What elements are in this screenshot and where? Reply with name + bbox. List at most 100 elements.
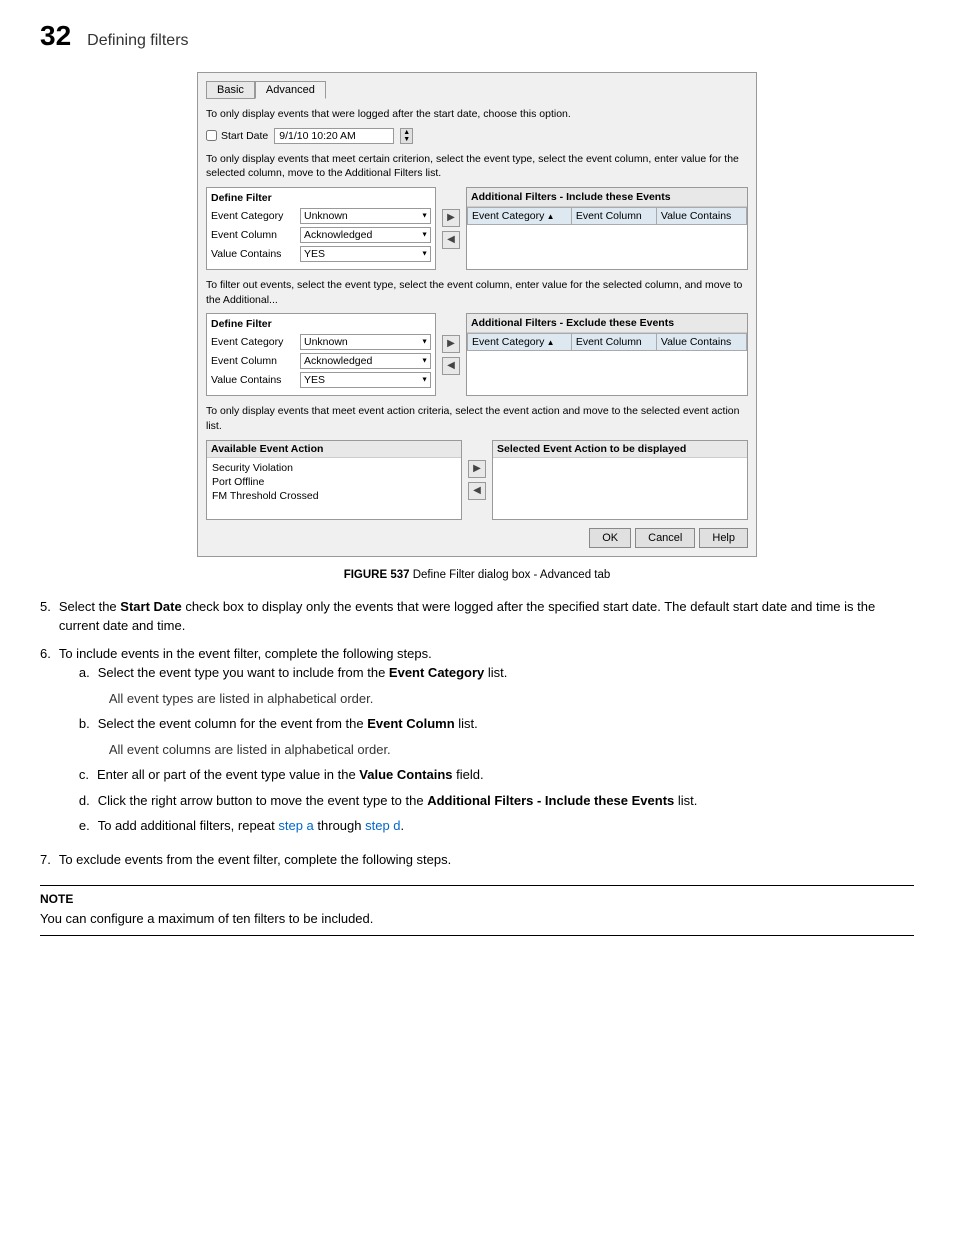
selected-event-action-box: Selected Event Action to be displayed bbox=[492, 440, 748, 520]
exclude-af-title: Additional Filters - Exclude these Event… bbox=[467, 314, 747, 333]
exclude-col-event-category[interactable]: Event Category bbox=[468, 334, 572, 351]
step-6b-letter: b. bbox=[79, 714, 90, 734]
step-7-number: 7. bbox=[40, 850, 51, 870]
help-button[interactable]: Help bbox=[699, 528, 748, 548]
include-col-value-contains[interactable]: Value Contains bbox=[656, 208, 746, 225]
ok-button[interactable]: OK bbox=[589, 528, 631, 548]
include-value-contains-select-wrapper: YES bbox=[300, 246, 431, 262]
include-col-event-category[interactable]: Event Category bbox=[468, 208, 572, 225]
start-date-bold: Start Date bbox=[120, 599, 181, 614]
include-filter-section: Define Filter Event Category Unknown Eve… bbox=[206, 187, 748, 270]
exclude-left-arrow-btn[interactable]: ◀ bbox=[442, 357, 460, 375]
exclude-event-category-row: Event Category Unknown bbox=[211, 334, 431, 350]
list-item[interactable]: Security Violation bbox=[210, 461, 458, 475]
spin-down-icon[interactable]: ▼ bbox=[401, 136, 412, 143]
available-actions-list: Security Violation Port Offline FM Thres… bbox=[207, 458, 461, 506]
spin-up-icon[interactable]: ▲ bbox=[401, 129, 412, 136]
start-date-row: Start Date ▲ ▼ bbox=[206, 128, 748, 144]
exclude-value-contains-label: Value Contains bbox=[211, 374, 296, 386]
include-af-title: Additional Filters - Include these Event… bbox=[467, 188, 747, 207]
list-item[interactable]: Port Offline bbox=[210, 475, 458, 489]
include-right-arrow-btn[interactable]: ▶ bbox=[442, 209, 460, 227]
cancel-button[interactable]: Cancel bbox=[635, 528, 695, 548]
include-define-filter-box: Define Filter Event Category Unknown Eve… bbox=[206, 187, 436, 270]
step-7: 7. To exclude events from the event filt… bbox=[40, 850, 914, 870]
figure-caption: FIGURE 537 Define Filter dialog box - Ad… bbox=[40, 569, 914, 581]
exclude-filter-section: Define Filter Event Category Unknown Eve… bbox=[206, 313, 748, 396]
include-col-event-column[interactable]: Event Column bbox=[571, 208, 656, 225]
step-6d: d. Click the right arrow button to move … bbox=[79, 791, 698, 811]
step-6-sub-steps: a. Select the event type you want to inc… bbox=[79, 663, 698, 836]
step-6d-content: Click the right arrow button to move the… bbox=[98, 791, 698, 811]
additional-filters-include-bold: Additional Filters - Include these Event… bbox=[427, 793, 674, 808]
step-7-text: To exclude events from the event filter,… bbox=[59, 850, 451, 870]
include-arrow-col: ▶ ◀ bbox=[440, 187, 462, 270]
step-a-link[interactable]: step a bbox=[278, 818, 313, 833]
include-event-category-row: Event Category Unknown bbox=[211, 208, 431, 224]
event-action-layout: Available Event Action Security Violatio… bbox=[206, 440, 748, 520]
step-5: 5. Select the Start Date check box to di… bbox=[40, 597, 914, 636]
step-6-number: 6. bbox=[40, 644, 51, 842]
exclude-event-category-select[interactable]: Unknown bbox=[300, 334, 431, 350]
tab-advanced[interactable]: Advanced bbox=[255, 81, 326, 99]
step-6-content: To include events in the event filter, c… bbox=[59, 644, 698, 842]
figure-number: FIGURE 537 bbox=[344, 569, 410, 581]
dialog-desc1: To only display events that were logged … bbox=[206, 107, 748, 122]
exclude-value-contains-select[interactable]: YES bbox=[300, 372, 431, 388]
dialog-desc4: To only display events that meet event a… bbox=[206, 404, 748, 433]
include-value-contains-label: Value Contains bbox=[211, 248, 296, 260]
include-additional-filters-box: Additional Filters - Include these Event… bbox=[466, 187, 748, 270]
dialog-desc2: To only display events that meet certain… bbox=[206, 152, 748, 181]
include-left-arrow-btn[interactable]: ◀ bbox=[442, 231, 460, 249]
step-6b: b. Select the event column for the event… bbox=[79, 714, 698, 734]
list-item[interactable]: FM Threshold Crossed bbox=[210, 489, 458, 503]
tab-basic[interactable]: Basic bbox=[206, 81, 255, 99]
figure-title: Define Filter dialog box - Advanced tab bbox=[413, 569, 611, 581]
step-6-text: To include events in the event filter, c… bbox=[59, 644, 698, 664]
step-6: 6. To include events in the event filter… bbox=[40, 644, 914, 842]
exclude-af-table: Event Category Event Column Value Contai… bbox=[467, 333, 747, 367]
include-event-column-select[interactable]: Acknowledged bbox=[300, 227, 431, 243]
start-date-label[interactable]: Start Date bbox=[206, 130, 268, 142]
available-event-action-title: Available Event Action bbox=[207, 441, 461, 458]
include-event-column-label: Event Column bbox=[211, 229, 296, 241]
event-action-left-arrow-btn[interactable]: ◀ bbox=[468, 482, 486, 500]
start-date-checkbox[interactable] bbox=[206, 130, 217, 141]
spin-button[interactable]: ▲ ▼ bbox=[400, 128, 413, 144]
include-event-column-row: Event Column Acknowledged bbox=[211, 227, 431, 243]
exclude-event-column-select[interactable]: Acknowledged bbox=[300, 353, 431, 369]
step-6e: e. To add additional filters, repeat ste… bbox=[79, 816, 698, 836]
exclude-define-filter-title: Define Filter bbox=[211, 318, 431, 330]
exclude-right-arrow-btn[interactable]: ▶ bbox=[442, 335, 460, 353]
exclude-af-body bbox=[468, 351, 747, 368]
include-af-body bbox=[468, 225, 747, 242]
step-6e-content: To add additional filters, repeat step a… bbox=[98, 816, 404, 836]
exclude-col-value-contains[interactable]: Value Contains bbox=[656, 334, 746, 351]
step-6d-letter: d. bbox=[79, 791, 90, 811]
event-action-arrow-col: ▶ ◀ bbox=[466, 440, 488, 520]
exclude-event-category-label: Event Category bbox=[211, 336, 296, 348]
note-box: NOTE You can configure a maximum of ten … bbox=[40, 885, 914, 936]
selected-actions-list bbox=[493, 458, 747, 518]
step-6a-letter: a. bbox=[79, 663, 90, 683]
include-af-table: Event Category Event Column Value Contai… bbox=[467, 207, 747, 241]
include-layout: Define Filter Event Category Unknown Eve… bbox=[206, 187, 748, 270]
note-content: You can configure a maximum of ten filte… bbox=[40, 909, 914, 929]
selected-event-action-title: Selected Event Action to be displayed bbox=[493, 441, 747, 458]
event-action-right-arrow-btn[interactable]: ▶ bbox=[468, 460, 486, 478]
step-d-link[interactable]: step d bbox=[365, 818, 400, 833]
include-event-category-select-wrapper: Unknown bbox=[300, 208, 431, 224]
include-define-filter-title: Define Filter bbox=[211, 192, 431, 204]
note-title: NOTE bbox=[40, 892, 914, 906]
include-value-contains-select[interactable]: YES bbox=[300, 246, 431, 262]
exclude-event-category-select-wrapper: Unknown bbox=[300, 334, 431, 350]
include-value-contains-row: Value Contains YES bbox=[211, 246, 431, 262]
event-category-bold: Event Category bbox=[389, 665, 484, 680]
event-column-bold: Event Column bbox=[367, 716, 454, 731]
page-header: 32 Defining filters bbox=[40, 20, 914, 52]
exclude-value-contains-select-wrapper: YES bbox=[300, 372, 431, 388]
exclude-event-column-row: Event Column Acknowledged bbox=[211, 353, 431, 369]
start-date-input[interactable] bbox=[274, 128, 394, 144]
include-event-category-select[interactable]: Unknown bbox=[300, 208, 431, 224]
exclude-col-event-column[interactable]: Event Column bbox=[571, 334, 656, 351]
